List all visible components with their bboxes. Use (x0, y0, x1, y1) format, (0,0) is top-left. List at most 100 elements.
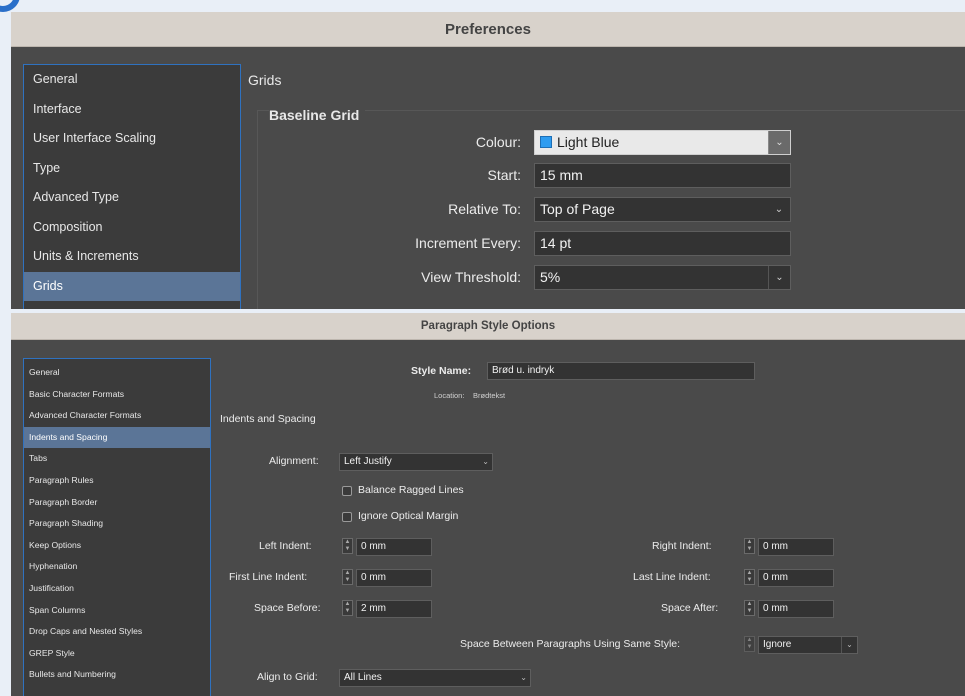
sidebar-item-grids[interactable]: Grids (24, 271, 240, 301)
right-indent-label: Right Indent: (652, 540, 712, 552)
sidebar-item-composition[interactable]: Composition (24, 213, 240, 243)
align-grid-label: Align to Grid: (257, 671, 318, 683)
threshold-row: View Threshold: 5% ⌄ (261, 265, 961, 291)
colour-label: Colour: (475, 134, 521, 150)
first-line-label: First Line Indent: (229, 571, 308, 583)
colour-row: Colour: Light Blue ⌄ (261, 130, 961, 156)
sidebar-item-span-columns[interactable]: Span Columns (24, 600, 210, 622)
sidebar-item-advanced-char[interactable]: Advanced Character Formats (24, 405, 210, 427)
sidebar-item-drop-caps[interactable]: Drop Caps and Nested Styles (24, 621, 210, 643)
last-line-label: Last Line Indent: (633, 571, 711, 583)
location-label: Location: (434, 391, 465, 400)
space-before-field: ▲ ▼ 2 mm (342, 600, 434, 618)
sidebar-item-indents-spacing[interactable]: Indents and Spacing (24, 426, 210, 449)
sidebar-item-ui-scaling[interactable]: User Interface Scaling (24, 124, 240, 154)
chevron-down-icon[interactable]: ⌄ (520, 670, 527, 686)
chevron-down-icon[interactable]: ⌄ (768, 198, 790, 221)
paragraph-style-title: Paragraph Style Options (11, 313, 965, 340)
start-input[interactable]: 15 mm (534, 163, 791, 188)
ignore-optical-checkbox[interactable] (342, 512, 352, 522)
left-indent-label: Left Indent: (259, 540, 312, 552)
sidebar-item-basic-char[interactable]: Basic Character Formats (24, 384, 210, 406)
sidebar-item-advanced-type[interactable]: Advanced Type (24, 183, 240, 213)
space-between-label: Space Between Paragraphs Using Same Styl… (460, 638, 681, 650)
sidebar-item-paragraph-shading[interactable]: Paragraph Shading (24, 513, 210, 535)
chevron-down-icon[interactable]: ⌄ (768, 131, 790, 154)
stepper-icon[interactable]: ▲ ▼ (744, 569, 755, 585)
increment-row: Increment Every: 14 pt (261, 231, 961, 257)
style-name-input[interactable]: Brød u. indryk (487, 362, 755, 380)
colour-select[interactable]: Light Blue ⌄ (534, 130, 791, 155)
paragraph-style-sidebar: General Basic Character Formats Advanced… (23, 358, 211, 696)
last-line-input[interactable]: 0 mm (758, 569, 834, 587)
threshold-label: View Threshold: (421, 269, 521, 285)
first-line-input[interactable]: 0 mm (356, 569, 432, 587)
sidebar-item-units[interactable]: Units & Increments (24, 242, 240, 272)
sidebar-item-paragraph-border[interactable]: Paragraph Border (24, 492, 210, 514)
colour-value: Light Blue (557, 134, 620, 150)
preferences-title: Preferences (11, 12, 965, 47)
balance-ragged-label: Balance Ragged Lines (358, 484, 464, 496)
group-title: Baseline Grid (269, 107, 366, 123)
sidebar-item-paragraph-rules[interactable]: Paragraph Rules (24, 470, 210, 492)
start-label: Start: (487, 167, 521, 183)
stepper-icon[interactable]: ▲ ▼ (342, 538, 353, 554)
colour-swatch (540, 136, 552, 148)
stepper-icon[interactable]: ▲ ▼ (744, 538, 755, 554)
relative-select[interactable]: Top of Page ⌄ (534, 197, 791, 222)
chevron-down-icon[interactable]: ⌄ (841, 637, 857, 653)
space-after-input[interactable]: 0 mm (758, 600, 834, 618)
location-value: Brødtekst (473, 391, 506, 400)
style-name-label: Style Name: (411, 365, 472, 377)
threshold-combo[interactable]: 5% ⌄ (534, 265, 791, 290)
alignment-label: Alignment: (269, 455, 319, 467)
space-between-field: ▲ ▼ Ignore ⌄ (744, 636, 859, 654)
balance-ragged-checkbox[interactable] (342, 486, 352, 496)
relative-value: Top of Page (540, 201, 615, 217)
sidebar-item-guides[interactable]: Guides & Pasteboard (24, 301, 240, 309)
left-indent-input[interactable]: 0 mm (356, 538, 432, 556)
right-indent-input[interactable]: 0 mm (758, 538, 834, 556)
chevron-down-icon[interactable]: ⌄ (768, 266, 790, 289)
sidebar-item-type[interactable]: Type (24, 154, 240, 184)
align-grid-select[interactable]: All Lines ⌄ (339, 669, 531, 687)
threshold-value: 5% (540, 269, 561, 285)
sidebar-item-keep-options[interactable]: Keep Options (24, 535, 210, 557)
space-between-combo[interactable]: Ignore ⌄ (758, 636, 858, 654)
stepper-icon[interactable]: ▲ ▼ (342, 569, 353, 585)
increment-label: Increment Every: (415, 235, 521, 251)
left-indent-field: ▲ ▼ 0 mm (342, 538, 434, 556)
sidebar-item-interface[interactable]: Interface (24, 95, 240, 125)
sidebar-item-hyphenation[interactable]: Hyphenation (24, 556, 210, 578)
paragraph-style-window: Paragraph Style Options General Basic Ch… (11, 313, 965, 696)
stepper-icon[interactable]: ▲ ▼ (744, 600, 755, 616)
start-row: Start: 15 mm (261, 163, 961, 189)
space-before-input[interactable]: 2 mm (356, 600, 432, 618)
last-line-field: ▲ ▼ 0 mm (744, 569, 836, 587)
space-before-label: Space Before: (254, 602, 321, 614)
sidebar-item-justification[interactable]: Justification (24, 578, 210, 600)
space-between-value: Ignore (763, 639, 792, 650)
section-heading: Indents and Spacing (220, 413, 316, 425)
relative-label: Relative To: (448, 201, 521, 217)
right-indent-field: ▲ ▼ 0 mm (744, 538, 836, 556)
first-line-field: ▲ ▼ 0 mm (342, 569, 434, 587)
align-grid-value: All Lines (344, 672, 382, 683)
space-after-label: Space After: (661, 602, 719, 614)
increment-input[interactable]: 14 pt (534, 231, 791, 256)
preferences-window: Preferences General Interface User Inter… (11, 12, 965, 309)
alignment-select[interactable]: Left Justify ⌄ (339, 453, 493, 471)
chevron-down-icon[interactable]: ⌄ (482, 454, 489, 470)
preferences-sidebar: General Interface User Interface Scaling… (23, 64, 241, 309)
section-heading: Grids (248, 72, 282, 88)
sidebar-item-grep-style[interactable]: GREP Style (24, 643, 210, 665)
stepper-icon[interactable]: ▲ ▼ (342, 600, 353, 616)
sidebar-item-general[interactable]: General (24, 362, 210, 384)
sidebar-item-bullets[interactable]: Bullets and Numbering (24, 664, 210, 686)
ignore-optical-label: Ignore Optical Margin (358, 510, 459, 522)
sidebar-item-general[interactable]: General (24, 65, 240, 95)
sidebar-item-tabs[interactable]: Tabs (24, 448, 210, 470)
alignment-value: Left Justify (344, 456, 392, 467)
corner-circle-icon (0, 0, 20, 12)
stepper-icon[interactable]: ▲ ▼ (744, 636, 755, 652)
